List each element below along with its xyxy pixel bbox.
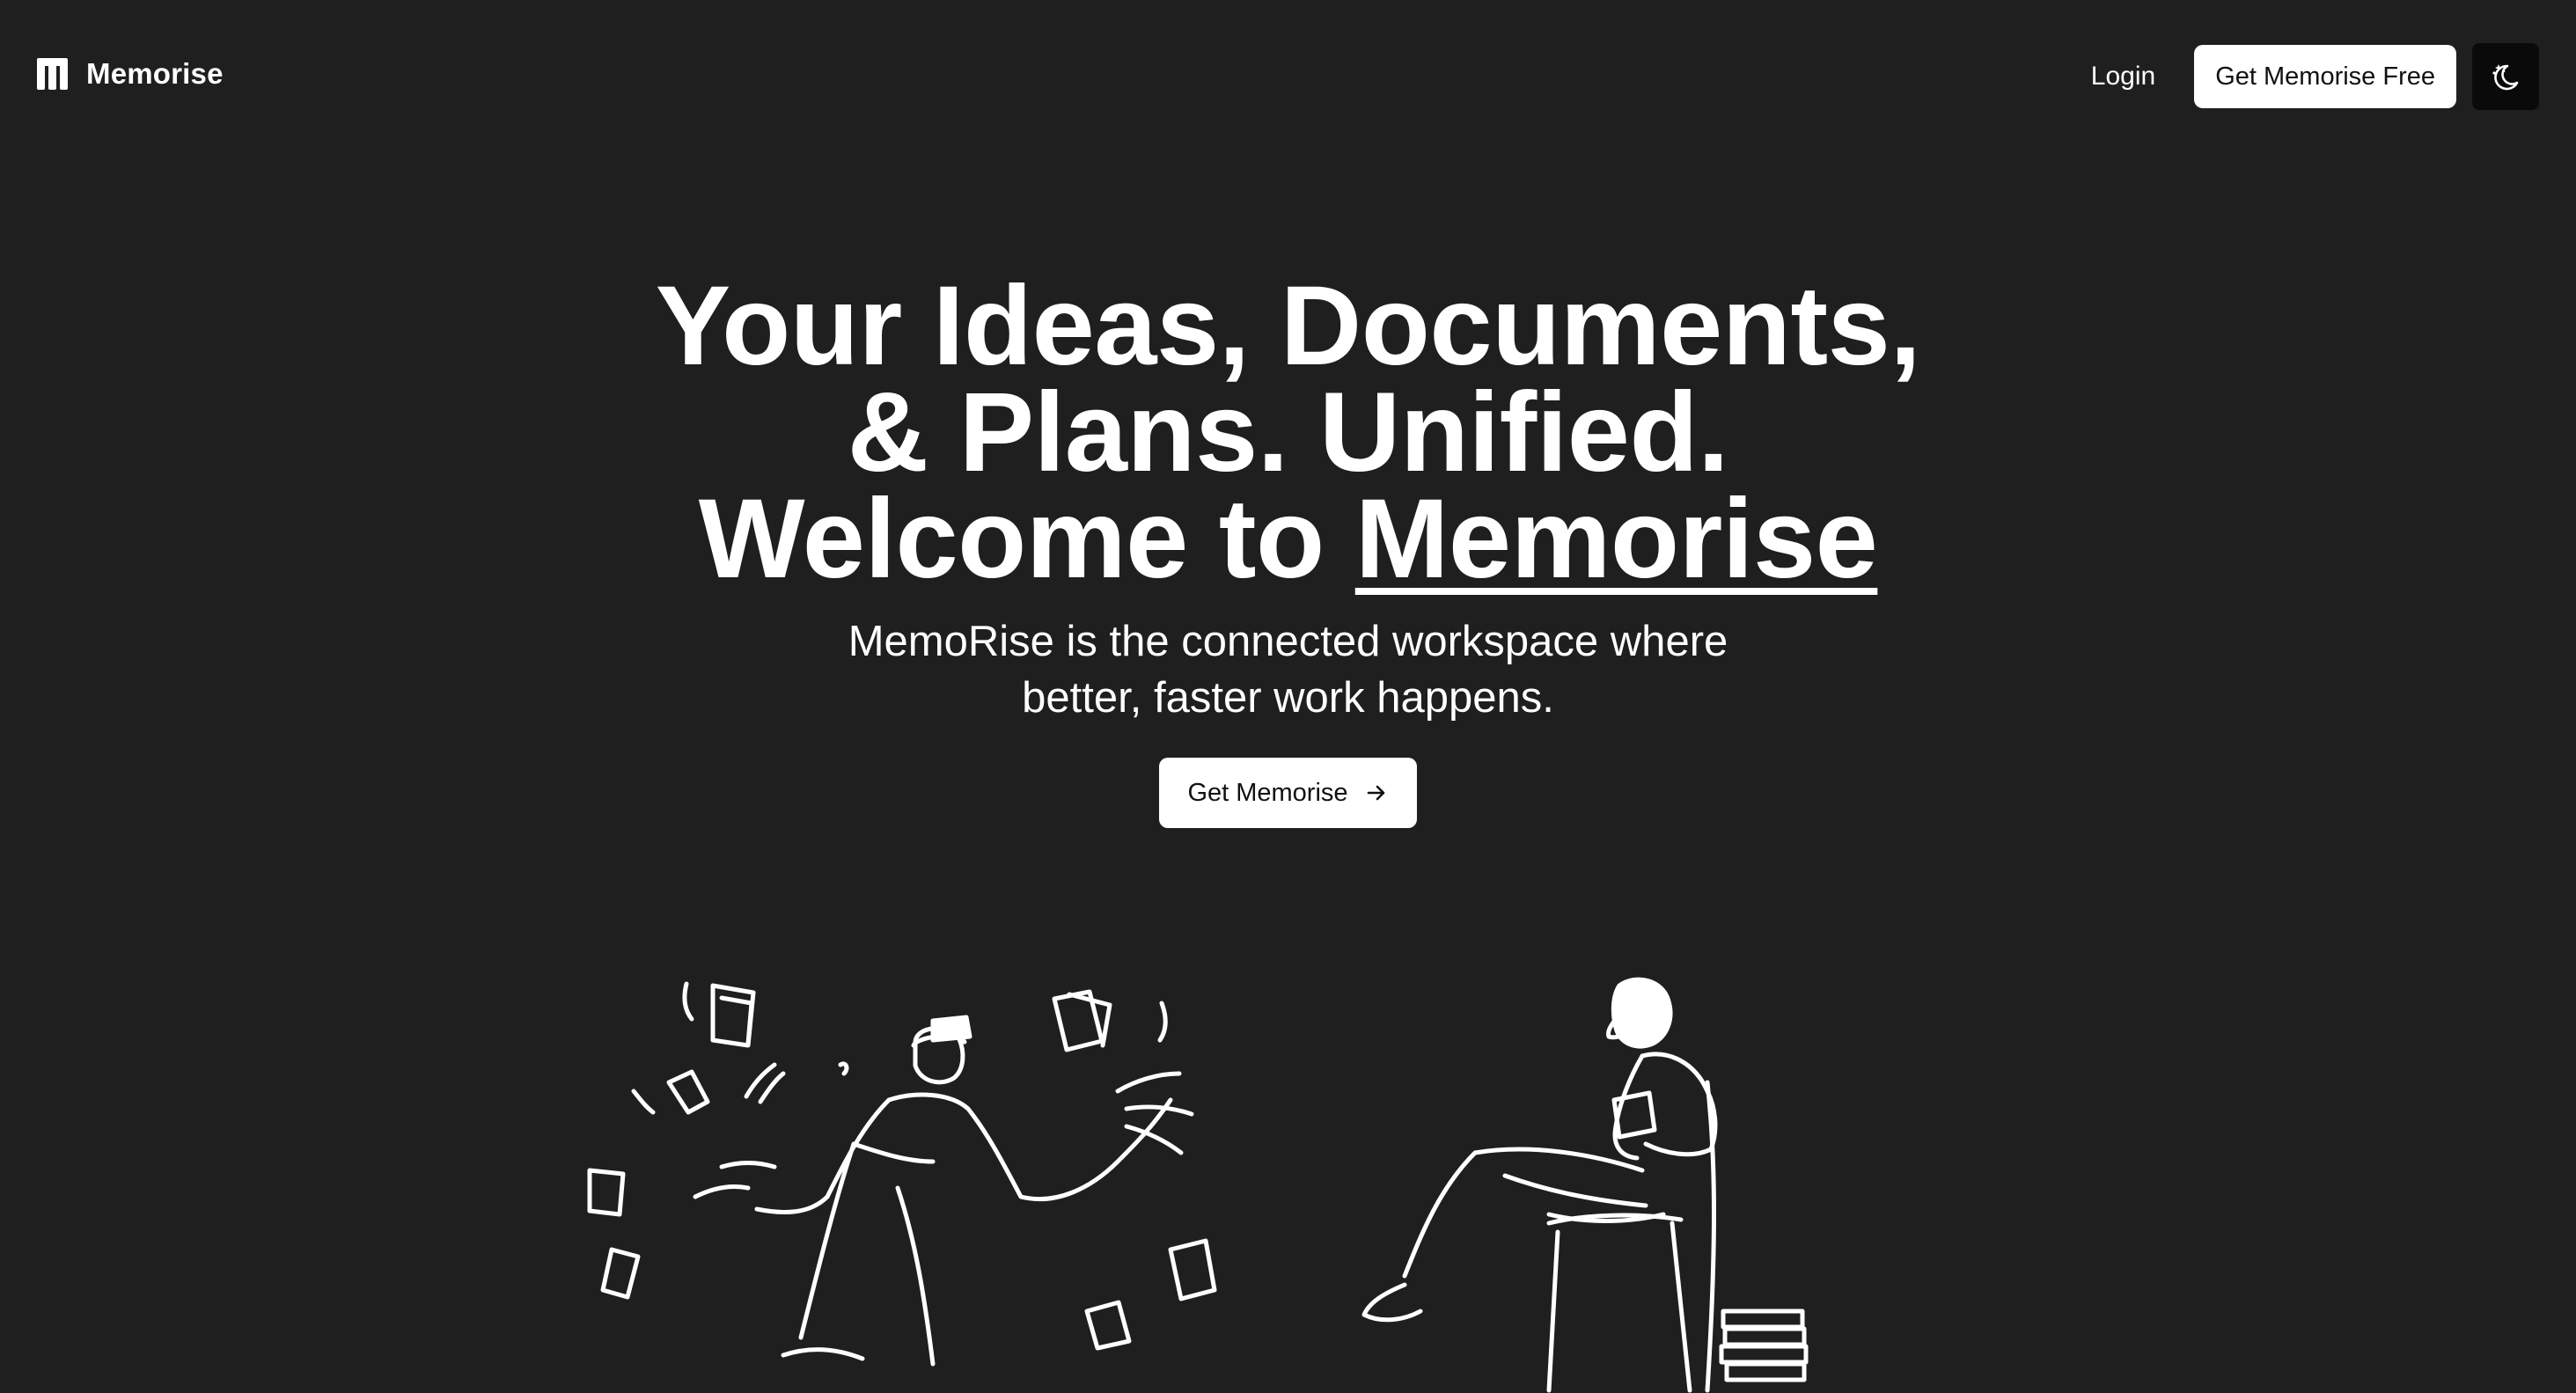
get-memorise-free-button[interactable]: Get Memorise Free bbox=[2194, 45, 2456, 108]
hero-section: Your Ideas, Documents, & Plans. Unified.… bbox=[0, 270, 2576, 828]
hero-subheading: MemoRise is the connected workspace wher… bbox=[848, 618, 1728, 722]
woman-reading-figure bbox=[1361, 977, 1809, 1393]
get-memorise-button[interactable]: Get Memorise bbox=[1159, 758, 1417, 828]
brand-home-link[interactable]: Memorise bbox=[37, 56, 224, 92]
theme-toggle-button[interactable] bbox=[2472, 43, 2539, 110]
login-link[interactable]: Login bbox=[2072, 45, 2175, 108]
top-nav: Memorise Login Get Memorise Free bbox=[0, 0, 2576, 153]
get-memorise-label: Get Memorise bbox=[1187, 778, 1348, 807]
memorise-logo-icon bbox=[37, 58, 68, 90]
brand-name: Memorise bbox=[86, 57, 224, 90]
hero-illustration bbox=[563, 968, 1848, 1393]
landing-page: Memorise Login Get Memorise Free Your Id… bbox=[0, 0, 2576, 1393]
man-juggling-papers-figure bbox=[587, 981, 1217, 1367]
arrow-right-icon bbox=[1367, 785, 1384, 801]
headline-brand: Memorise bbox=[1354, 476, 1878, 602]
hero-headline: Your Ideas, Documents, & Plans. Unified.… bbox=[602, 270, 1975, 596]
nav-actions: Login Get Memorise Free bbox=[2072, 43, 2539, 110]
moon-stars-icon bbox=[2492, 64, 2519, 91]
